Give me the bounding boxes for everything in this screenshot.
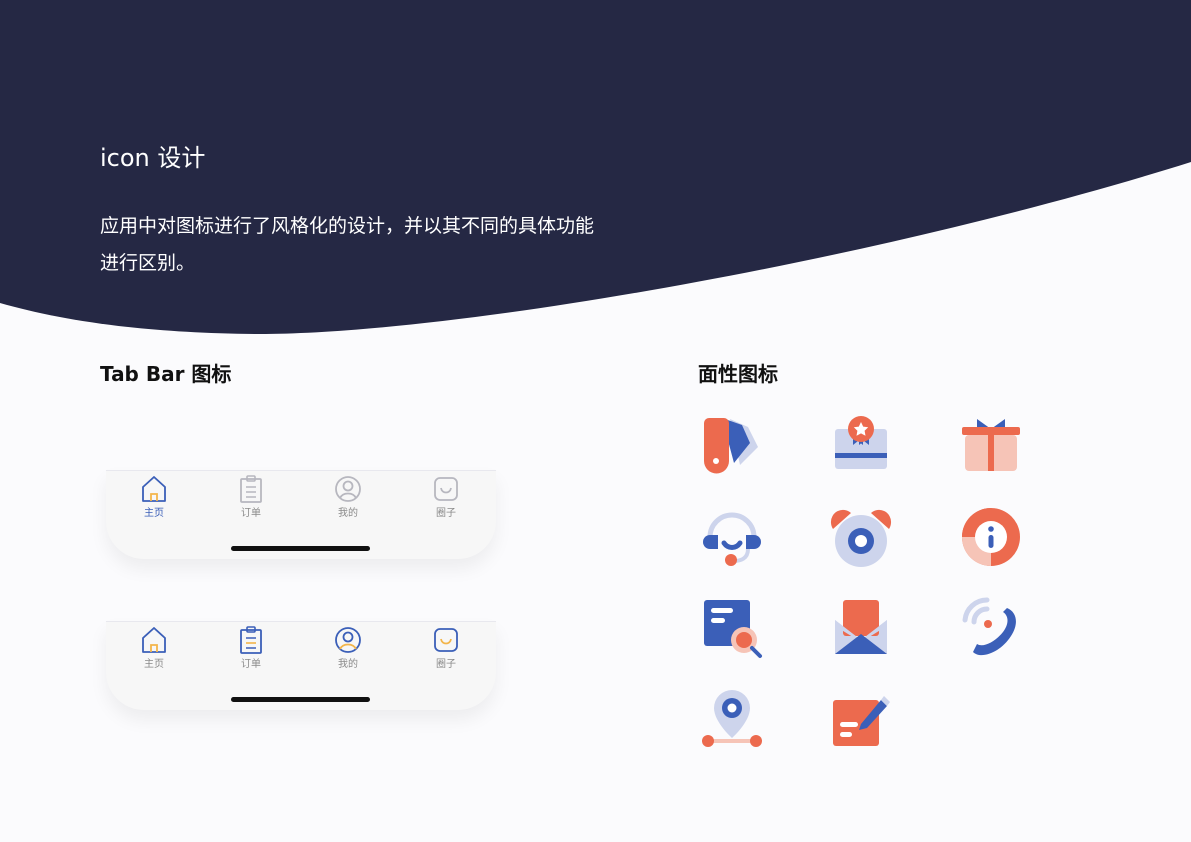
phone-icon	[959, 596, 1023, 660]
document-search-icon	[700, 596, 764, 660]
tab-bar-default: 主页 订单 我的 圈子	[106, 470, 496, 559]
tab-order[interactable]: 订单	[221, 474, 281, 520]
tab-community[interactable]: 圈子	[416, 625, 476, 671]
community-smile-icon	[434, 477, 458, 501]
tab-community-label: 圈子	[436, 508, 456, 519]
home-indicator	[231, 697, 370, 702]
tab-home-label: 主页	[144, 659, 164, 670]
page-description: 应用中对图标进行了风格化的设计，并以其不同的具体功能进行区别。	[100, 215, 595, 274]
home-icon	[142, 627, 166, 653]
certificate-icon	[829, 413, 893, 477]
tab-order[interactable]: 订单	[221, 625, 281, 671]
order-clipboard-icon	[240, 626, 262, 654]
home-icon	[142, 476, 166, 502]
tab-home[interactable]: 主页	[124, 474, 184, 520]
tab-bar-colored: 主页 订单 我的 圈子	[106, 621, 496, 710]
face-icons-section-title: 面性图标	[698, 362, 778, 386]
tag-icon	[700, 413, 764, 477]
mail-icon	[829, 596, 893, 660]
customer-service-icon	[700, 505, 764, 569]
gift-icon	[959, 413, 1023, 477]
tab-profile-label: 我的	[338, 659, 358, 670]
tab-order-label: 订单	[241, 659, 261, 670]
note-edit-icon	[829, 688, 893, 752]
alarm-clock-icon	[829, 505, 893, 569]
page-title: icon 设计	[100, 144, 206, 172]
tab-community[interactable]: 圈子	[416, 474, 476, 520]
profile-icon	[335, 476, 361, 502]
tab-profile-label: 我的	[338, 508, 358, 519]
profile-icon	[335, 627, 361, 653]
home-indicator	[231, 546, 370, 551]
tab-home[interactable]: 主页	[124, 625, 184, 671]
tab-order-label: 订单	[241, 508, 261, 519]
community-smile-icon	[434, 628, 458, 652]
tab-community-label: 圈子	[436, 659, 456, 670]
tab-profile[interactable]: 我的	[318, 474, 378, 520]
location-route-icon	[700, 688, 764, 752]
info-icon	[959, 505, 1023, 569]
order-clipboard-icon	[240, 475, 262, 503]
tabbar-section-title: Tab Bar 图标	[100, 362, 232, 386]
tab-profile[interactable]: 我的	[318, 625, 378, 671]
tab-home-label: 主页	[144, 508, 164, 519]
